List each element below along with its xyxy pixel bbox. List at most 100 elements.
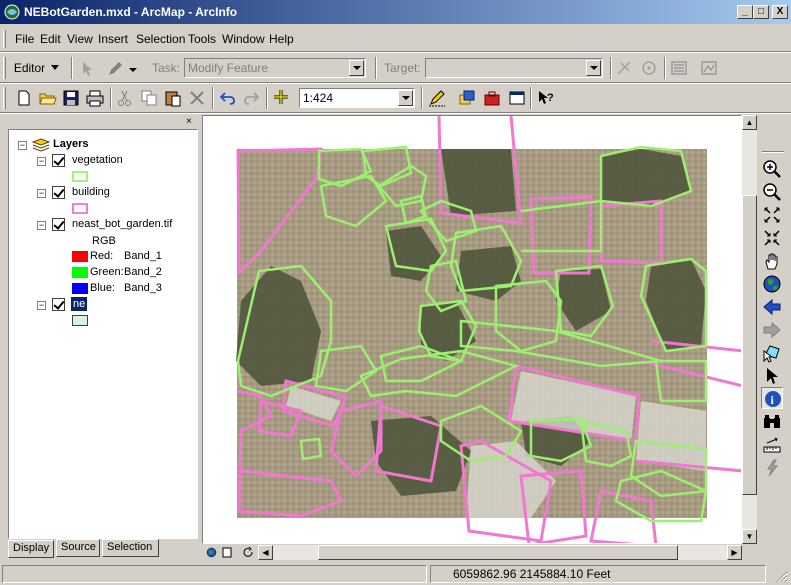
toolbar-grip[interactable] [3, 87, 6, 109]
sketch-pencil-icon[interactable] [106, 60, 124, 78]
full-extent-globe-icon[interactable] [762, 274, 782, 294]
scroll-left-icon[interactable]: ◀ [258, 545, 273, 560]
ne-symbol[interactable] [72, 315, 88, 326]
collapse-icon[interactable]: − [37, 301, 46, 310]
print-icon[interactable] [86, 89, 104, 107]
identify-icon[interactable]: i [763, 389, 783, 409]
identify-tool-pressed[interactable]: i [761, 387, 783, 409]
scroll-right-icon[interactable]: ▶ [727, 545, 742, 560]
menu-tools[interactable]: Tools [188, 32, 216, 46]
zoom-in-icon[interactable] [762, 159, 782, 179]
chevron-down-icon[interactable] [586, 60, 601, 76]
collapse-icon[interactable]: − [37, 189, 46, 198]
coordinates-panel: 6059862.96 2145884.10 Feet [430, 565, 766, 583]
menu-help[interactable]: Help [269, 32, 294, 46]
copy-icon[interactable] [140, 89, 158, 107]
arccatalog-icon[interactable] [458, 89, 476, 107]
close-button[interactable]: X [772, 5, 788, 19]
zoom-out-icon[interactable] [762, 182, 782, 202]
editor-menu-button[interactable]: Editor [10, 57, 65, 79]
redo-icon[interactable] [242, 89, 260, 107]
building-visibility-checkbox[interactable] [52, 186, 65, 199]
toolbar-grip[interactable] [3, 57, 6, 79]
map-view[interactable] [202, 115, 742, 544]
vertical-scroll-thumb[interactable] [742, 195, 757, 495]
map-vertical-scrollbar[interactable]: ▲ ▼ [742, 115, 757, 544]
toolbar-separator [0, 112, 791, 114]
delete-icon[interactable] [188, 89, 206, 107]
menu-view[interactable]: View [67, 32, 93, 46]
scroll-down-icon[interactable]: ▼ [742, 529, 757, 544]
pan-hand-icon[interactable] [762, 251, 782, 271]
menu-insert[interactable]: Insert [98, 32, 128, 46]
cut-icon[interactable] [116, 89, 134, 107]
chevron-down-icon[interactable] [349, 60, 364, 76]
refresh-icon[interactable] [243, 547, 254, 558]
layer-ne-label[interactable]: ne [71, 297, 88, 311]
attributes-icon[interactable] [670, 59, 688, 77]
menu-selection[interactable]: Selection [136, 32, 185, 46]
data-view-icon[interactable] [206, 547, 217, 558]
command-line-icon[interactable] [508, 89, 526, 107]
task-dropdown[interactable]: Modify Feature [184, 58, 366, 78]
menu-window[interactable]: Window [222, 32, 265, 46]
editor-label: Editor [13, 61, 46, 75]
fixed-zoom-in-icon[interactable] [762, 205, 782, 225]
toc-close-icon[interactable]: × [186, 117, 196, 127]
split-tool-icon[interactable] [615, 59, 633, 77]
menu-edit[interactable]: Edit [40, 32, 61, 46]
save-icon[interactable] [62, 89, 80, 107]
vegetation-symbol[interactable] [72, 171, 88, 182]
measure-icon[interactable] [762, 435, 782, 455]
layer-building-label[interactable]: building [72, 186, 110, 198]
maximize-button[interactable]: □ [753, 5, 769, 19]
raster-visibility-checkbox[interactable] [52, 218, 65, 231]
collapse-icon[interactable]: − [37, 157, 46, 166]
minimize-button[interactable]: _ [737, 5, 753, 19]
collapse-icon[interactable]: − [18, 141, 27, 150]
sketch-properties-icon[interactable] [700, 59, 718, 77]
chevron-down-icon[interactable] [398, 90, 413, 106]
undo-icon[interactable] [219, 89, 237, 107]
building-symbol[interactable] [72, 203, 88, 214]
arctoolbox-icon[interactable] [483, 89, 501, 107]
title-bar[interactable]: NEBotGarden.mxd - ArcMap - ArcInfo _ □ X [0, 0, 791, 24]
rotate-tool-icon[interactable] [640, 59, 658, 77]
collapse-icon[interactable]: − [37, 221, 46, 230]
menu-file[interactable]: File [15, 32, 34, 46]
hyperlink-lightning-icon[interactable] [762, 458, 782, 478]
toolbar-grip[interactable] [3, 30, 6, 48]
tab-source[interactable]: Source [56, 539, 100, 557]
ne-visibility-checkbox[interactable] [52, 298, 65, 311]
chevron-down-icon[interactable] [128, 60, 138, 78]
select-elements-arrow-icon[interactable] [762, 366, 782, 386]
layout-view-icon[interactable] [222, 547, 232, 558]
target-label: Target: [384, 61, 421, 75]
tab-display[interactable]: Display [8, 540, 54, 558]
resize-grip-icon[interactable] [774, 569, 788, 583]
whats-this-help-icon[interactable]: ? [537, 89, 555, 107]
editor-toolbar-icon[interactable] [428, 89, 446, 107]
horizontal-scroll-thumb[interactable] [318, 545, 678, 560]
toolbar-divider [266, 87, 268, 109]
edit-arrow-icon[interactable] [78, 60, 96, 78]
layer-vegetation-label[interactable]: vegetation [72, 154, 123, 166]
map-scale-dropdown[interactable]: 1:424 [299, 88, 415, 108]
fixed-zoom-out-icon[interactable] [762, 228, 782, 248]
find-binoculars-icon[interactable] [762, 412, 782, 432]
previous-extent-icon[interactable] [762, 297, 782, 317]
add-data-icon[interactable] [272, 89, 290, 107]
map-canvas[interactable] [203, 116, 742, 544]
layers-root-label[interactable]: Layers [53, 138, 88, 150]
layer-raster-label[interactable]: neast_bot_garden.tif [72, 218, 172, 230]
next-extent-icon[interactable] [762, 320, 782, 340]
vegetation-visibility-checkbox[interactable] [52, 154, 65, 167]
target-dropdown[interactable] [425, 58, 603, 78]
paste-icon[interactable] [164, 89, 182, 107]
new-document-icon[interactable] [15, 89, 33, 107]
tab-selection[interactable]: Selection [102, 539, 159, 557]
scroll-up-icon[interactable]: ▲ [742, 115, 757, 130]
open-folder-icon[interactable] [39, 89, 57, 107]
map-horizontal-scrollbar[interactable]: ◀ ▶ [258, 545, 742, 560]
select-features-icon[interactable] [762, 343, 782, 363]
